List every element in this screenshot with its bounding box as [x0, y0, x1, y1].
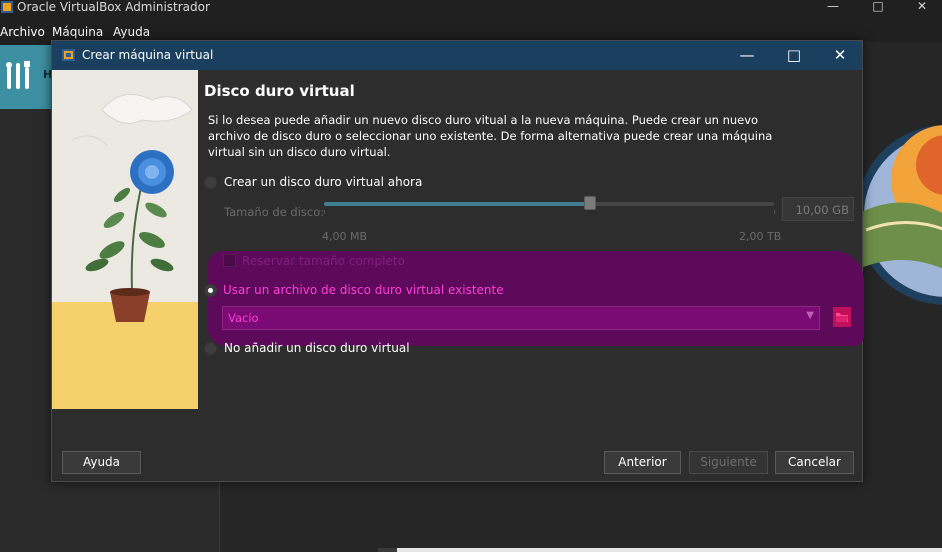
next-button[interactable]: Siguiente [689, 451, 768, 474]
radio-create-new[interactable] [204, 176, 217, 189]
wizard-page: Disco duro virtual Si lo desea puede aña… [198, 70, 864, 441]
slider-fill [324, 202, 589, 206]
folder-icon[interactable] [833, 307, 851, 327]
dialog-close-button[interactable]: ✕ [823, 45, 857, 67]
main-titlebar: Oracle VirtualBox Administrador — □ ✕ [0, 0, 942, 22]
cancel-button[interactable]: Cancelar [775, 451, 854, 474]
dialog-maximize-button[interactable]: □ [777, 45, 811, 67]
page-title: Disco duro virtual [204, 82, 355, 100]
option-no-disk-label[interactable]: No añadir un disco duro virtual [224, 341, 410, 355]
disk-size-min-label: 4,00 MB [322, 230, 368, 243]
bottom-strip [397, 548, 942, 552]
slider-tick [324, 210, 325, 214]
tools-tile[interactable]: H [0, 45, 52, 109]
menu-archivo[interactable]: Archivo [0, 25, 45, 39]
option-create-new-label[interactable]: Crear un disco duro virtual ahora [224, 175, 422, 189]
disk-size-label: Tamaño de disco: [224, 205, 325, 219]
main-window-title: Oracle VirtualBox Administrador [17, 0, 210, 14]
help-button[interactable]: Ayuda [62, 451, 141, 474]
virtualbox-dialog-icon [62, 49, 75, 61]
dialog-buttonbar: Ayuda Anterior Siguiente Cancelar [52, 441, 862, 481]
tools-icon [6, 61, 30, 89]
menubar: Archivo Máquina Ayuda [0, 22, 942, 42]
main-minimize-button[interactable]: — [813, 0, 853, 14]
slider-handle[interactable] [584, 196, 596, 210]
dialog-title: Crear máquina virtual [82, 48, 214, 62]
radio-use-existing[interactable] [204, 284, 217, 297]
disk-size-max-label: 2,00 TB [739, 230, 782, 243]
disk-size-input[interactable]: 10,00 GB [782, 197, 854, 221]
disk-size-slider[interactable] [324, 202, 774, 206]
radio-no-disk[interactable] [204, 342, 217, 355]
wizard-plant-illustration [52, 70, 198, 409]
back-button[interactable]: Anterior [604, 451, 681, 474]
page-description: Si lo desea puede añadir un nuevo disco … [208, 113, 773, 159]
dialog-titlebar: Crear máquina virtual — □ ✕ [52, 41, 862, 70]
scrollbar-corner [378, 548, 397, 552]
option-use-existing-label[interactable]: Usar un archivo de disco duro virtual ex… [223, 283, 504, 297]
menu-maquina[interactable]: Máquina [52, 25, 103, 39]
existing-disk-value: Vacío [228, 311, 259, 325]
existing-disk-combobox[interactable]: Vacío ▼ [222, 306, 820, 330]
reserve-size-checkbox[interactable] [223, 254, 236, 267]
slider-tick [774, 210, 775, 214]
chevron-down-icon[interactable]: ▼ [806, 310, 814, 321]
main-maximize-button[interactable]: □ [858, 0, 898, 14]
create-vm-dialog: Crear máquina virtual — □ ✕ Disco duro v… [51, 40, 864, 482]
reserve-size-label: Reservar tamaño completo [242, 254, 405, 268]
welcome-illustration [856, 125, 942, 305]
dialog-minimize-button[interactable]: — [730, 45, 764, 67]
virtualbox-app-icon [1, 1, 13, 13]
main-close-button[interactable]: ✕ [902, 0, 942, 14]
menu-ayuda[interactable]: Ayuda [113, 25, 150, 39]
